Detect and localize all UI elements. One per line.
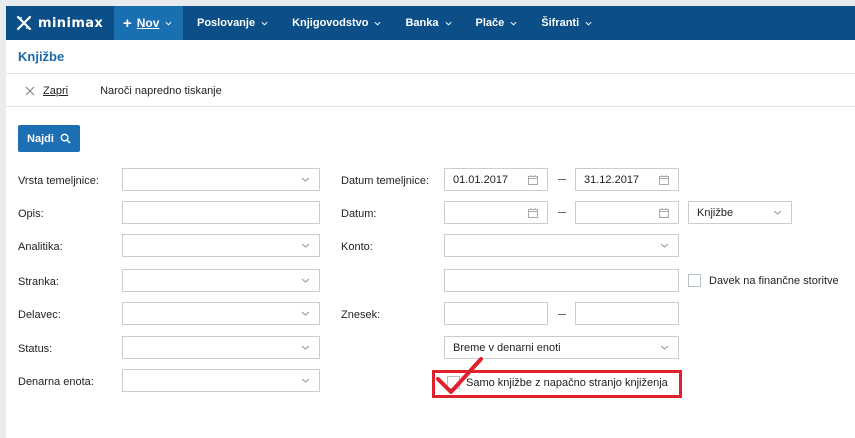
calendar-icon[interactable] — [528, 208, 538, 218]
chevron-down-icon — [585, 21, 592, 26]
range-separator — [558, 314, 566, 315]
nav-item-label: Plače — [475, 17, 505, 29]
customer-select[interactable] — [122, 269, 320, 292]
chevron-down-icon — [301, 378, 310, 383]
document-date-from-value: 01.01.2017 — [453, 173, 509, 186]
financial-tax-label: Davek na finančne storitve — [709, 275, 839, 287]
customer-label: Stranka: — [18, 276, 59, 288]
app-window: minimax + Nov Poslovanje Knjigovodstvo B… — [6, 6, 855, 438]
document-type-label: Vrsta temeljnice: — [18, 175, 99, 187]
close-icon — [25, 86, 35, 95]
status-select[interactable] — [122, 336, 320, 359]
financial-tax-checkbox[interactable] — [688, 274, 701, 287]
search-icon — [60, 133, 71, 144]
date-type-value: Knjižbe — [697, 206, 734, 219]
range-separator — [558, 179, 566, 180]
employee-label: Delavec: — [18, 309, 61, 321]
chevron-down-icon — [261, 21, 268, 26]
nav-item-label: Poslovanje — [197, 17, 256, 29]
chevron-down-icon — [510, 21, 517, 26]
status-label: Status: — [18, 343, 53, 355]
nav-item-poslovanje[interactable]: Poslovanje — [183, 6, 278, 40]
currency-select[interactable] — [122, 369, 320, 392]
document-type-select[interactable] — [122, 168, 320, 191]
nav-item-sifranti[interactable]: Šifranti — [527, 6, 602, 40]
find-label: Najdi — [27, 132, 54, 145]
page-title: Knjižbe — [18, 49, 65, 64]
top-nav: minimax + Nov Poslovanje Knjigovodstvo B… — [6, 6, 855, 40]
description-input[interactable] — [122, 201, 320, 224]
date-type-select[interactable]: Knjižbe — [688, 201, 792, 224]
red-checkmark-icon — [436, 357, 483, 394]
nav-item-label: Knjigovodstvo — [292, 17, 369, 29]
document-date-from-input[interactable]: 01.01.2017 — [444, 168, 548, 191]
amount-label: Znesek: — [341, 309, 381, 321]
document-date-to-input[interactable]: 31.12.2017 — [575, 168, 679, 191]
currency-label: Denarna enota: — [18, 376, 94, 388]
close-button[interactable]: Zapri — [25, 85, 68, 97]
chevron-down-icon — [301, 345, 310, 350]
account-extra-input[interactable] — [444, 269, 679, 292]
minimax-logo-icon — [16, 15, 32, 31]
employee-select[interactable] — [122, 302, 320, 325]
chevron-down-icon — [374, 21, 381, 26]
order-print-label: Naroči napredno tiskanje — [100, 84, 222, 97]
account-label: Konto: — [341, 241, 373, 253]
find-button[interactable]: Najdi — [18, 125, 80, 152]
chevron-down-icon — [773, 210, 782, 215]
amount-from-input[interactable] — [444, 302, 548, 325]
nav-item-label: Šifranti — [541, 17, 580, 29]
chevron-down-icon — [165, 21, 172, 26]
calendar-icon[interactable] — [659, 208, 669, 218]
date-label: Datum: — [341, 208, 377, 220]
chevron-down-icon — [445, 21, 451, 26]
close-label: Zapri — [43, 84, 69, 97]
calendar-icon[interactable] — [528, 175, 538, 185]
chevron-down-icon — [301, 243, 310, 248]
analytics-select[interactable] — [122, 234, 320, 257]
nav-item-label: Banka — [405, 17, 439, 29]
document-date-to-value: 31.12.2017 — [584, 173, 640, 186]
nav-new-label: Nov — [136, 16, 160, 30]
order-print-button[interactable]: Naroči napredno tiskanje — [100, 85, 222, 97]
brand-logo[interactable]: minimax — [6, 6, 114, 40]
nav-item-knjigovodstvo[interactable]: Knjigovodstvo — [278, 6, 391, 40]
chevron-down-icon — [660, 243, 669, 248]
range-separator — [558, 212, 566, 213]
nav-new-button[interactable]: + Nov — [114, 6, 183, 40]
nav-item-place[interactable]: Plače — [462, 6, 528, 40]
document-date-label: Datum temeljnice: — [341, 175, 430, 187]
amount-to-input[interactable] — [575, 302, 679, 325]
chevron-down-icon — [301, 177, 310, 182]
page-header: Knjižbe — [6, 40, 855, 74]
analytics-label: Analitika: — [18, 241, 63, 253]
toolbar: Zapri Naroči napredno tiskanje — [6, 75, 855, 107]
wrong-side-label: Samo knjižbe z napačno stranjo knjiženja — [466, 377, 668, 389]
plus-icon: + — [123, 14, 132, 32]
description-label: Opis: — [18, 208, 44, 220]
debit-currency-value: Breme v denarni enoti — [453, 341, 561, 354]
brand-name: minimax — [38, 15, 104, 31]
date-from-input[interactable] — [444, 201, 548, 224]
date-to-input[interactable] — [575, 201, 679, 224]
calendar-icon[interactable] — [659, 175, 669, 185]
account-select[interactable] — [444, 234, 679, 257]
chevron-down-icon — [301, 278, 310, 283]
chevron-down-icon — [660, 345, 669, 350]
nav-item-banka[interactable]: Banka — [391, 6, 461, 40]
chevron-down-icon — [301, 311, 310, 316]
